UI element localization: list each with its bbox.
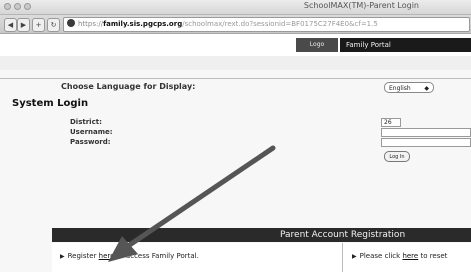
arrow-annotation bbox=[108, 145, 276, 262]
